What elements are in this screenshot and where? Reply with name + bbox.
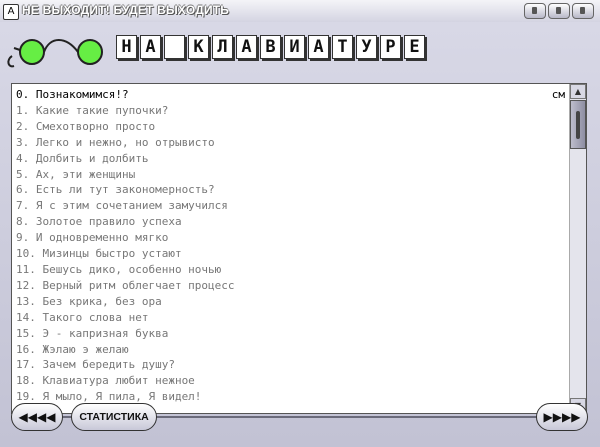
title-bar: А НЕ ВЫХОДИТ! БУДЕТ ВЫХОДИТЬ	[0, 0, 600, 23]
lesson-item[interactable]: 6. Есть ли тут закономерность?	[16, 182, 569, 198]
main-panel: НАКЛАВИАТУРЕ 0. Познакомимся!? см 1. Какие…	[0, 22, 600, 447]
lesson-label: 16. Жэлаю э желаю	[16, 342, 129, 356]
lesson-list-box: 0. Познакомимся!? см 1. Какие такие пупочк…	[11, 83, 587, 414]
logo-letter: У	[356, 35, 377, 59]
lesson-item[interactable]: 13. Без крика, без ора	[16, 294, 569, 310]
lesson-label: 3. Легко и нежно, но отрывисто	[16, 135, 215, 149]
lesson-label: 11. Бешусь дико, особенно ночью	[16, 262, 222, 276]
lesson-item[interactable]: 3. Легко и нежно, но отрывисто	[16, 135, 569, 151]
statistics-button[interactable]: СТАТИСТИКА	[71, 403, 157, 431]
minimize-button[interactable]	[524, 3, 546, 19]
lesson-item[interactable]: 0. Познакомимся!? см	[16, 87, 569, 103]
lesson-list[interactable]: 0. Познакомимся!? см 1. Какие такие пупочк…	[12, 84, 569, 413]
lesson-label: 0. Познакомимся!?	[16, 88, 129, 101]
lesson-item[interactable]: 12. Верный ритм облегчает процесс	[16, 278, 569, 294]
lesson-item[interactable]: 17. Зачем бередить душу?	[16, 357, 569, 373]
lesson-item[interactable]: 5. Ах, эти женщины	[16, 167, 569, 183]
lesson-label: 5. Ах, эти женщины	[16, 167, 136, 181]
lesson-label: 13. Без крика, без ора	[16, 294, 162, 308]
logo-letter: В	[260, 35, 281, 59]
lesson-item[interactable]: 18. Клавиатура любит нежное	[16, 373, 569, 389]
next-button[interactable]: ▶▶▶▶	[536, 403, 588, 431]
logo-letter: Е	[404, 35, 425, 59]
lesson-item[interactable]: 15. Э - капризная буква	[16, 326, 569, 342]
logo-letter: Т	[332, 35, 353, 59]
scrollbar[interactable]: ▲ ▼	[569, 84, 586, 413]
lesson-label: 12. Верный ритм облегчает процесс	[16, 278, 235, 292]
lesson-item[interactable]: 16. Жэлаю э желаю	[16, 342, 569, 358]
lesson-label: 9. И одновременно мягко	[16, 231, 169, 245]
lesson-label: 2. Смехотворно просто	[16, 119, 156, 133]
lesson-label: 8. Золотое правило успеха	[16, 215, 182, 229]
lesson-tag: см	[551, 88, 565, 101]
logo-letter: И	[284, 35, 305, 59]
maximize-button[interactable]	[548, 3, 570, 19]
logo-letter: А	[236, 35, 257, 59]
close-button[interactable]	[572, 3, 594, 19]
scroll-thumb[interactable]	[570, 100, 586, 149]
scroll-up-button[interactable]: ▲	[570, 84, 586, 99]
lesson-label: 7. Я с этим сочетанием замучился	[16, 199, 228, 213]
logo-title: НАКЛАВИАТУРЕ	[116, 35, 425, 59]
prev-button[interactable]: ◀◀◀◀	[11, 403, 63, 431]
lesson-item[interactable]: 10. Мизинцы быстро устают	[16, 246, 569, 262]
logo-letter: А	[308, 35, 329, 59]
app-icon[interactable]: А	[3, 4, 19, 20]
lesson-item[interactable]: 8. Золотое правило успеха	[16, 214, 569, 230]
lesson-item[interactable]: 7. Я с этим сочетанием замучился	[16, 198, 569, 214]
lesson-label: 4. Долбить и долбить	[16, 151, 149, 165]
lesson-label: 14. Такого слова нет	[16, 310, 149, 324]
logo-letter: Р	[380, 35, 401, 59]
window-title: НЕ ВЫХОДИТ! БУДЕТ ВЫХОДИТЬ	[22, 3, 230, 17]
lesson-item[interactable]: 1. Какие такие пупочки?	[16, 103, 569, 119]
lesson-label: 10. Мизинцы быстро устают	[16, 247, 182, 261]
lesson-item[interactable]: 11. Бешусь дико, особенно ночью	[16, 262, 569, 278]
lesson-item[interactable]: 4. Долбить и долбить	[16, 151, 569, 167]
lesson-label: 17. Зачем бередить душу?	[16, 358, 175, 372]
glasses-logo-icon	[4, 30, 108, 70]
lesson-label: 6. Есть ли тут закономерность?	[16, 183, 215, 197]
lesson-item[interactable]: 2. Смехотворно просто	[16, 119, 569, 135]
lesson-item[interactable]: 9. И одновременно мягко	[16, 230, 569, 246]
window-controls	[524, 3, 594, 19]
lesson-label: 15. Э - капризная буква	[16, 326, 169, 340]
logo-letter: А	[140, 35, 161, 59]
logo-letter: Л	[212, 35, 233, 59]
lesson-label: 1. Какие такие пупочки?	[16, 103, 169, 117]
lesson-item[interactable]: 14. Такого слова нет	[16, 310, 569, 326]
logo-letter: Н	[116, 35, 137, 59]
lesson-label: 18. Клавиатура любит нежное	[16, 374, 195, 388]
logo-letter: К	[188, 35, 209, 59]
logo-letter	[164, 35, 185, 59]
